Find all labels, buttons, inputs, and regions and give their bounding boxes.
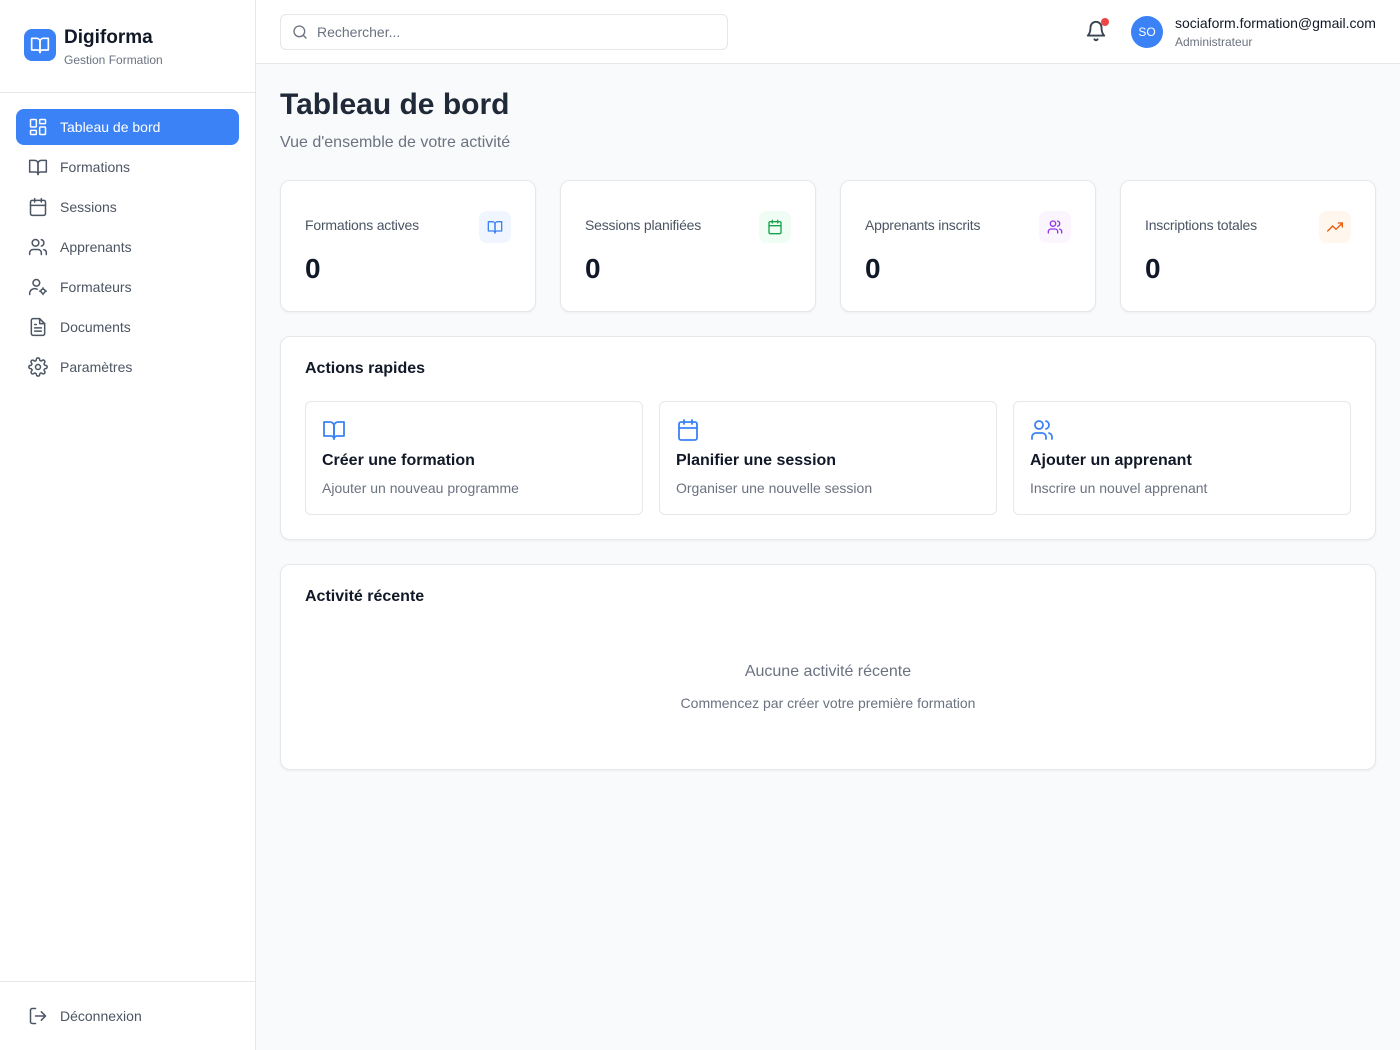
stat-label: Formations actives [305,217,419,233]
calendar-icon [676,418,700,442]
action-title: Créer une formation [322,452,475,469]
plan-session-button[interactable]: Planifier une session Organiser une nouv… [659,401,997,515]
stat-value: 0 [865,253,881,284]
quick-actions-title: Actions rapides [305,360,426,377]
stat-card-apprenants: Apprenants inscrits 0 [840,180,1096,312]
sidebar-item-parametres[interactable]: Paramètres [16,349,239,385]
add-apprenant-button[interactable]: Ajouter un apprenant Inscrire un nouvel … [1013,401,1351,515]
logout-icon [28,1006,48,1026]
sidebar-item-label: Apprenants [60,239,132,255]
search-icon [292,24,308,45]
book-open-icon [479,211,511,243]
sidebar-item-label: Formations [60,159,131,175]
brand-name: Digiforma [64,27,153,48]
empty-state-title: Aucune activité récente [744,663,912,680]
stat-value: 0 [1145,253,1161,284]
stat-card-sessions: Sessions planifiées 0 [560,180,816,312]
sidebar-item-label: Paramètres [60,359,133,375]
sidebar-item-apprenants[interactable]: Apprenants [16,229,239,265]
sidebar-item-formateurs[interactable]: Formateurs [16,269,239,305]
trending-up-icon [1319,211,1351,243]
book-open-icon [24,29,56,61]
calendar-icon [759,211,791,243]
stat-label: Apprenants inscrits [865,217,981,233]
sidebar-item-dashboard[interactable]: Tableau de bord [16,109,239,145]
page-subtitle: Vue d'ensemble de votre activité [280,134,511,151]
book-open-icon [28,157,48,177]
notification-badge [1101,18,1109,26]
stat-value: 0 [305,253,321,284]
stat-label: Sessions planifiées [585,217,702,233]
users-icon [1039,211,1071,243]
dashboard-icon [28,117,48,137]
logout-button[interactable]: Déconnexion [16,998,239,1034]
avatar[interactable]: SO [1131,16,1163,48]
action-description: Ajouter un nouveau programme [322,480,519,496]
empty-state-subtitle: Commencez par créer votre première forma… [680,695,976,711]
recent-activity-title: Activité récente [305,588,425,605]
stat-card-inscriptions: Inscriptions totales 0 [1120,180,1376,312]
sidebar: Digiforma Gestion Formation Tableau de b… [0,0,256,1050]
stat-value: 0 [585,253,601,284]
recent-activity-card: Activité récente Aucune activité récente… [280,564,1376,770]
sidebar-item-label: Formateurs [60,279,132,295]
create-formation-button[interactable]: Créer une formation Ajouter un nouveau p… [305,401,643,515]
action-title: Ajouter un apprenant [1030,452,1192,469]
sidebar-item-label: Tableau de bord [60,119,161,135]
user-cog-icon [28,277,48,297]
settings-icon [28,357,48,377]
sidebar-item-label: Sessions [60,199,117,215]
page-title: Tableau de bord [280,88,510,121]
action-description: Organiser une nouvelle session [676,480,873,496]
logout-label: Déconnexion [60,1008,142,1024]
calendar-icon [28,197,48,217]
users-icon [28,237,48,257]
sidebar-item-label: Documents [60,319,131,335]
users-icon [1030,418,1054,442]
bell-icon [1085,21,1107,46]
action-title: Planifier une session [676,452,837,469]
sidebar-item-formations[interactable]: Formations [16,149,239,185]
sidebar-footer: Déconnexion [0,981,255,1050]
notifications-button[interactable] [1085,18,1109,46]
file-text-icon [28,317,48,337]
search-box[interactable] [280,14,728,50]
brand-subtitle: Gestion Formation [64,53,163,67]
search-input[interactable] [317,15,717,49]
top-header: SO sociaform.formation@gmail.com Adminis… [256,0,1400,64]
stat-label: Inscriptions totales [1145,217,1257,233]
user-email: sociaform.formation@gmail.com [1175,15,1376,31]
sidebar-item-sessions[interactable]: Sessions [16,189,239,225]
sidebar-item-documents[interactable]: Documents [16,309,239,345]
book-open-icon [322,418,346,442]
stat-card-formations: Formations actives 0 [280,180,536,312]
action-description: Inscrire un nouvel apprenant [1030,480,1208,496]
sidebar-nav: Tableau de bord Formations Sessions Appr… [16,109,239,389]
brand: Digiforma Gestion Formation [0,0,255,93]
user-role: Administrateur [1175,35,1253,49]
quick-actions-card: Actions rapides Créer une formation Ajou… [280,336,1376,540]
